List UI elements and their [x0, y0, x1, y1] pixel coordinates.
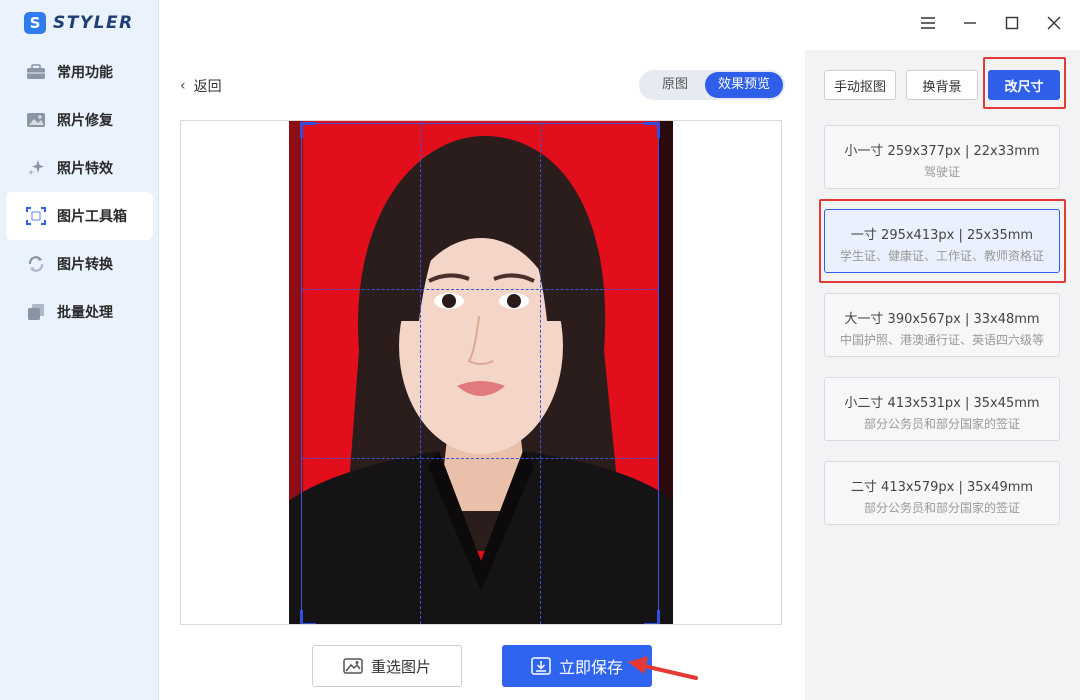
chevron-left-icon: ‹ [180, 78, 186, 94]
highlight-box-1inch [819, 199, 1066, 283]
crop-handle-br[interactable] [644, 610, 660, 624]
highlight-box-resize [983, 57, 1066, 109]
sidebar-item-effects[interactable]: 照片特效 [0, 144, 159, 192]
download-icon [531, 657, 551, 675]
sidebar-item-common[interactable]: 常用功能 [0, 48, 159, 96]
annotation-arrow-icon [628, 656, 698, 680]
sidebar-item-label: 批量处理 [57, 305, 113, 321]
sidebar-item-convert[interactable]: 图片转换 [0, 240, 159, 288]
size-option-large-1inch[interactable]: 大一寸 390x567px | 33x48mm 中国护照、港澳通行证、英语四六级… [824, 293, 1060, 357]
size-subtitle: 部分公务员和部分国家的签证 [863, 501, 1020, 515]
save-label: 立即保存 [558, 658, 623, 677]
logo-badge: S [24, 12, 46, 34]
back-button[interactable]: ‹ 返回 [180, 76, 222, 96]
sidebar-item-label: 图片转换 [57, 257, 113, 273]
reselect-image-button[interactable]: 重选图片 [312, 645, 462, 687]
app-name: STYLER [53, 13, 134, 33]
maximize-icon [1005, 15, 1019, 34]
sidebar-item-label: 照片特效 [57, 161, 113, 177]
image-reselect-icon [343, 657, 363, 675]
size-subtitle: 部分公务员和部分国家的签证 [863, 417, 1020, 431]
reselect-label: 重选图片 [370, 657, 431, 676]
size-title: 大一寸 390x567px | 33x48mm [844, 312, 1040, 327]
back-label: 返回 [193, 79, 222, 95]
close-button[interactable] [1039, 10, 1069, 38]
sidebar: S STYLER 常用功能 照片修复 照片特效 图片工具箱 图片转换 批量处理 [0, 0, 159, 700]
crop-handle-tl[interactable] [300, 122, 316, 138]
grid-line-v2 [540, 124, 541, 624]
grid-line-h1 [302, 289, 658, 290]
size-option-small-1inch[interactable]: 小一寸 259x377px | 22x33mm 驾驶证 [824, 125, 1060, 189]
toggle-original[interactable]: 原图 [645, 72, 705, 98]
size-subtitle: 中国护照、港澳通行证、英语四六级等 [839, 333, 1044, 347]
image-canvas [180, 120, 782, 625]
size-title: 二寸 413x579px | 35x49mm [850, 480, 1034, 495]
size-title: 小一寸 259x377px | 22x33mm [844, 144, 1040, 159]
size-option-2inch[interactable]: 二寸 413x579px | 35x49mm 部分公务员和部分国家的签证 [824, 461, 1060, 525]
crop-handle-tr[interactable] [644, 122, 660, 138]
change-background-button[interactable]: 换背景 [906, 70, 978, 100]
view-toggle: 原图 效果预览 [639, 70, 785, 100]
app-logo: S STYLER [24, 12, 134, 34]
size-title: 小二寸 413x531px | 35x45mm [844, 396, 1040, 411]
id-photo [289, 121, 673, 624]
menu-button[interactable] [913, 10, 943, 38]
toolbox-icon [26, 63, 46, 81]
grid-line-v1 [420, 124, 421, 624]
toggle-preview[interactable]: 效果预览 [705, 72, 783, 98]
maximize-button[interactable] [997, 10, 1027, 38]
sidebar-item-repair[interactable]: 照片修复 [0, 96, 159, 144]
convert-icon [26, 255, 46, 273]
manual-cutout-button[interactable]: 手动抠图 [824, 70, 896, 100]
grid-line-h2 [302, 458, 658, 459]
sparkle-icon [26, 159, 46, 177]
size-option-small-2inch[interactable]: 小二寸 413x531px | 35x45mm 部分公务员和部分国家的签证 [824, 377, 1060, 441]
minimize-icon [963, 15, 977, 34]
sidebar-item-toolbox[interactable]: 图片工具箱 [0, 192, 159, 240]
sidebar-item-label: 照片修复 [57, 113, 113, 129]
crop-frame-icon [26, 207, 46, 225]
sidebar-nav: 常用功能 照片修复 照片特效 图片工具箱 图片转换 批量处理 [0, 48, 159, 336]
batch-icon [26, 303, 46, 321]
close-icon [1047, 15, 1061, 34]
sidebar-item-label: 常用功能 [57, 65, 113, 81]
minimize-button[interactable] [955, 10, 985, 38]
image-repair-icon [26, 111, 46, 129]
hamburger-icon [920, 15, 936, 34]
sidebar-item-label: 图片工具箱 [57, 209, 127, 225]
sidebar-item-batch[interactable]: 批量处理 [0, 288, 159, 336]
crop-frame[interactable] [300, 122, 660, 624]
crop-handle-bl[interactable] [300, 610, 316, 624]
size-subtitle: 驾驶证 [923, 165, 960, 179]
